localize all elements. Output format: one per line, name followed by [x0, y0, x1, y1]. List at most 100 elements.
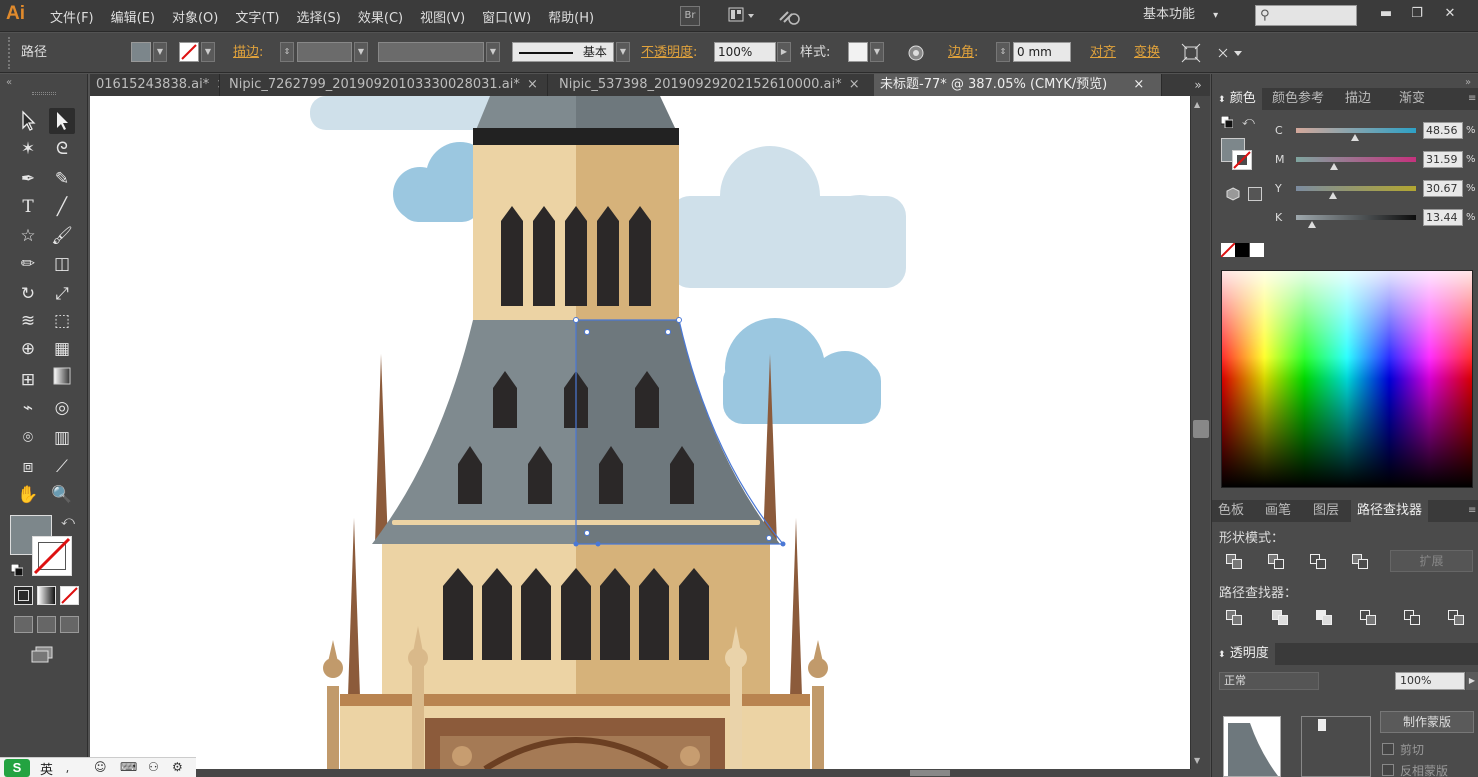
type-tool-icon[interactable]: T	[15, 194, 41, 220]
curvature-tool-icon[interactable]: ✎	[49, 166, 75, 192]
transparency-opacity-field[interactable]: 100%	[1395, 672, 1465, 690]
scroll-down-icon[interactable]: ▼	[1194, 756, 1200, 765]
object-thumbnail[interactable]	[1223, 716, 1281, 777]
tab-document-3[interactable]: Nipic_537398_20190929202152610000.ai* ×	[553, 74, 875, 96]
style-swatch[interactable]	[848, 42, 868, 62]
tab-stroke[interactable]: 描边	[1339, 88, 1377, 110]
minus-front-icon[interactable]	[1268, 554, 1286, 570]
isolate-object-icon[interactable]	[1180, 42, 1202, 64]
free-transform-tool-icon[interactable]: ⬚	[49, 308, 75, 334]
outline-icon[interactable]	[1404, 610, 1422, 626]
tab-document-1[interactable]: 01615243838.ai* ×	[90, 74, 220, 96]
line-segment-tool-icon[interactable]: ╱	[49, 194, 75, 220]
swap-fill-stroke-icon[interactable]: ⤺	[61, 514, 75, 529]
menu-edit[interactable]: 编辑(E)	[111, 7, 155, 26]
shape-builder-tool-icon[interactable]: ⊕	[15, 336, 41, 362]
gradient-tool-icon[interactable]	[49, 367, 75, 393]
transform-link[interactable]: 变换	[1134, 42, 1160, 64]
stroke-color-box[interactable]	[32, 536, 72, 576]
keyboard-icon[interactable]: ⌨	[120, 760, 137, 774]
tab-pathfinder[interactable]: 路径查找器	[1351, 500, 1429, 522]
brush-definition-field[interactable]: 基本	[512, 42, 614, 62]
menu-window[interactable]: 窗口(W)	[482, 7, 531, 26]
color-mode-button[interactable]	[14, 586, 33, 605]
settings-icon[interactable]: ⚙	[172, 760, 183, 774]
lasso-tool-icon[interactable]: ᘓ	[49, 136, 75, 162]
stroke-link[interactable]: 描边:	[233, 42, 263, 64]
clip-checkbox[interactable]	[1382, 743, 1394, 755]
minimize-button[interactable]: ▬	[1372, 3, 1400, 25]
fill-swatch[interactable]	[131, 42, 151, 62]
collapse-panels-icon[interactable]: »	[1465, 77, 1471, 88]
tab-document-active[interactable]: 未标题-77* @ 387.05% (CMYK/预览) ×	[874, 74, 1162, 96]
corner-link[interactable]: 边角:	[948, 42, 978, 64]
fill-dropdown[interactable]: ▼	[153, 42, 167, 62]
none-swatch[interactable]	[1220, 242, 1236, 258]
stroke-swatch[interactable]	[179, 42, 199, 62]
default-fill-stroke-icon[interactable]	[1220, 115, 1234, 129]
channel-c-thumb[interactable]	[1350, 134, 1359, 141]
mask-thumbnail[interactable]	[1301, 716, 1371, 777]
exclude-icon[interactable]	[1352, 554, 1370, 570]
opacity-arrow-icon[interactable]: ▶	[1466, 672, 1478, 690]
panel-menu-icon[interactable]: ≡	[1462, 500, 1478, 522]
pen-tool-icon[interactable]: ✒	[15, 166, 41, 192]
more-tabs-icon[interactable]: »	[1188, 74, 1208, 96]
blend-tool-icon[interactable]: ◎	[49, 395, 75, 421]
out-of-gamut-icon[interactable]	[1226, 187, 1240, 201]
minus-back-icon[interactable]	[1448, 610, 1466, 626]
close-icon[interactable]: ×	[216, 77, 219, 92]
none-mode-button[interactable]	[60, 586, 79, 605]
default-colors-icon[interactable]	[10, 563, 24, 577]
collapse-tools-icon[interactable]: «	[6, 77, 12, 88]
selection-tool-icon[interactable]	[15, 108, 41, 134]
scroll-up-icon[interactable]: ▲	[1194, 100, 1200, 109]
channel-m-track[interactable]	[1296, 157, 1416, 162]
unite-icon[interactable]	[1226, 554, 1244, 570]
stroke-weight-field[interactable]	[297, 42, 352, 62]
close-icon[interactable]: ×	[527, 77, 538, 92]
horizontal-scrollbar[interactable]	[90, 769, 1210, 777]
tab-transparency[interactable]: ⬍ 透明度	[1212, 643, 1275, 665]
slice-tool-icon[interactable]: ⟋	[49, 454, 75, 480]
align-link[interactable]: 对齐	[1090, 42, 1116, 64]
bridge-button[interactable]: Br	[680, 6, 700, 26]
channel-c-value[interactable]: 48.56	[1423, 122, 1463, 139]
ime-language-toggle[interactable]: 英	[40, 759, 53, 777]
make-mask-button[interactable]: 制作蒙版	[1380, 711, 1474, 733]
magic-wand-tool-icon[interactable]: ✶	[15, 136, 41, 162]
panel-menu-icon[interactable]: ≡	[1462, 88, 1478, 110]
search-input[interactable]: ⚲	[1255, 5, 1357, 26]
corner-radius-field[interactable]: 0 mm	[1013, 42, 1071, 62]
recolor-artwork-icon[interactable]	[906, 42, 926, 64]
tab-swatches[interactable]: 色板	[1212, 500, 1250, 522]
divide-icon[interactable]	[1226, 610, 1244, 626]
column-graph-tool-icon[interactable]: ▥	[49, 425, 75, 451]
channel-m-value[interactable]: 31.59	[1423, 151, 1463, 168]
menu-help[interactable]: 帮助(H)	[548, 7, 594, 26]
channel-c-track[interactable]	[1296, 128, 1416, 133]
tab-brushes[interactable]: 画笔	[1259, 500, 1297, 522]
channel-k-value[interactable]: 13.44	[1423, 209, 1463, 226]
channel-k-track[interactable]	[1296, 215, 1416, 220]
artboard-tool-icon[interactable]: ⧈	[15, 454, 41, 480]
menu-file[interactable]: 文件(F)	[50, 7, 94, 26]
merge-icon[interactable]	[1316, 610, 1334, 626]
tab-layers[interactable]: 图层	[1307, 500, 1345, 522]
star-tool-icon[interactable]: ☆	[15, 223, 41, 249]
zoom-tool-icon[interactable]: 🔍	[49, 482, 75, 508]
width-tool-icon[interactable]: ≋	[15, 308, 41, 334]
invert-mask-checkbox[interactable]	[1382, 764, 1394, 776]
opacity-link[interactable]: 不透明度:	[641, 42, 697, 64]
black-swatch[interactable]	[1235, 243, 1249, 257]
vertical-scrollbar[interactable]: ▲ ▼	[1190, 96, 1210, 769]
color-spectrum[interactable]	[1221, 270, 1473, 488]
close-button[interactable]: ✕	[1436, 3, 1464, 25]
arrange-documents-icon[interactable]	[726, 6, 758, 26]
tab-color-guide[interactable]: 颜色参考	[1266, 88, 1330, 110]
draw-inside-icon[interactable]	[60, 616, 79, 633]
menu-effect[interactable]: 效果(C)	[358, 7, 403, 26]
punctuation-icon[interactable]: ⸴	[66, 760, 69, 777]
vertical-scroll-thumb[interactable]	[1193, 420, 1209, 438]
emoji-icon[interactable]: ☺	[94, 760, 107, 774]
